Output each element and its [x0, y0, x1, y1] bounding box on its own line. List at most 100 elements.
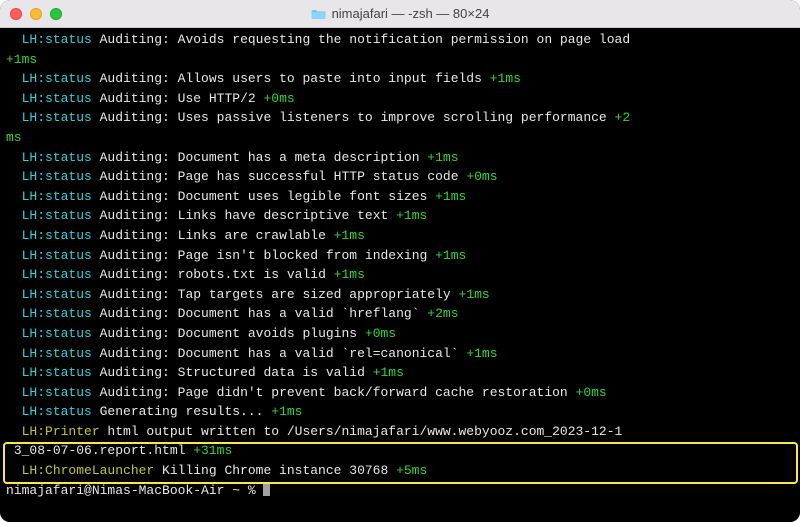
printer-time: +31ms — [193, 443, 232, 458]
lh-status-label: LH:status — [22, 189, 92, 204]
audit-time: +0ms — [576, 385, 607, 400]
audit-time: +0ms — [466, 169, 497, 184]
lh-status-label: LH:status — [22, 287, 92, 302]
audit-time: +1ms — [334, 267, 365, 282]
log-line: LH:status Auditing: Structured data is v… — [6, 365, 404, 380]
lh-status-label: LH:status — [22, 228, 92, 243]
audit-message: Page has successful HTTP status code — [178, 169, 467, 184]
audit-message: robots.txt is valid — [178, 267, 334, 282]
audit-time: +0ms — [365, 326, 396, 341]
audit-time: +1ms — [334, 228, 365, 243]
lh-status-label: LH:status — [22, 169, 92, 184]
auditing-label: Auditing: — [92, 91, 178, 106]
audit-time: +1ms — [427, 150, 458, 165]
printer-line-cont: 3_08-07-06.report.html +31ms — [6, 443, 232, 458]
lh-status-label: LH:status — [22, 385, 92, 400]
auditing-label: Auditing: — [92, 346, 178, 361]
auditing-label: Auditing: — [92, 169, 178, 184]
generating-time: +1ms — [271, 404, 302, 419]
lh-status-label: LH:status — [22, 365, 92, 380]
audit-message: Page didn't prevent back/forward cache r… — [178, 385, 576, 400]
printer-message: 3_08-07-06.report.html — [14, 443, 193, 458]
auditing-label: Auditing: — [92, 228, 178, 243]
audit-message: Avoids requesting the notification permi… — [178, 32, 638, 47]
audit-message: Document has a valid `hreflang` — [178, 306, 428, 321]
audit-message: Document has a valid `rel=canonical` — [178, 346, 467, 361]
auditing-label: Auditing: — [92, 365, 178, 380]
titlebar: nimajafari — -zsh — 80×24 — [0, 0, 800, 28]
printer-line: LH:Printer html output written to /Users… — [6, 424, 622, 439]
lh-status-label: LH:status — [22, 346, 92, 361]
audit-time: +2 — [615, 110, 631, 125]
auditing-label: Auditing: — [92, 110, 178, 125]
audit-message: Structured data is valid — [178, 365, 373, 380]
maximize-button[interactable] — [50, 8, 62, 20]
lh-status-label: LH:status — [22, 248, 92, 263]
window-title-text: nimajafari — -zsh — 80×24 — [332, 6, 490, 21]
prompt-text: nimajafari@Nimas-MacBook-Air ~ % — [6, 483, 263, 498]
terminal-window: nimajafari — -zsh — 80×24 LH:status Audi… — [0, 0, 800, 522]
lh-status-label: LH:status — [22, 208, 92, 223]
lh-status-label: LH:status — [22, 306, 92, 321]
audit-time: +1ms — [466, 346, 497, 361]
printer-message: html output written to /Users/nimajafari… — [100, 424, 623, 439]
traffic-lights — [10, 8, 62, 20]
log-line: LH:status Auditing: Allows users to past… — [6, 71, 521, 86]
log-line: LH:status Auditing: Tap targets are size… — [6, 287, 490, 302]
lh-status-label: LH:status — [22, 91, 92, 106]
auditing-label: Auditing: — [92, 71, 178, 86]
terminal-output[interactable]: LH:status Auditing: Avoids requesting th… — [0, 28, 800, 522]
shell-prompt[interactable]: nimajafari@Nimas-MacBook-Air ~ % — [6, 483, 270, 498]
window-title: nimajafari — -zsh — 80×24 — [70, 6, 730, 21]
lh-status-label: LH:status — [22, 150, 92, 165]
audit-message: Uses passive listeners to improve scroll… — [178, 110, 615, 125]
audit-message: Allows users to paste into input fields — [178, 71, 490, 86]
log-line: LH:status Auditing: Links have descripti… — [6, 208, 427, 223]
log-line: LH:status Auditing: Avoids requesting th… — [6, 32, 638, 47]
chrome-time: +5ms — [396, 463, 427, 478]
log-line: LH:status Auditing: robots.txt is valid … — [6, 267, 365, 282]
audit-time: +1ms — [435, 248, 466, 263]
audit-message: Use HTTP/2 — [178, 91, 264, 106]
auditing-label: Auditing: — [92, 189, 178, 204]
cursor — [263, 482, 269, 496]
log-line: LH:status Auditing: Page didn't prevent … — [6, 385, 607, 400]
audit-message: Page isn't blocked from indexing — [178, 248, 435, 263]
audit-message: Links are crawlable — [178, 228, 334, 243]
chrome-line: LH:ChromeLauncher Killing Chrome instanc… — [6, 463, 427, 478]
folder-icon — [311, 8, 326, 20]
audit-time: +1ms — [490, 71, 521, 86]
chrome-message: Killing Chrome instance 30768 — [154, 463, 396, 478]
log-line: LH:status Auditing: Page isn't blocked f… — [6, 248, 466, 263]
audit-message: Document avoids plugins — [178, 326, 365, 341]
audit-message: Document has a meta description — [178, 150, 428, 165]
log-line: LH:status Auditing: Document uses legibl… — [6, 189, 466, 204]
lh-status-label: LH:status — [22, 404, 92, 419]
auditing-label: Auditing: — [92, 267, 178, 282]
audit-message: Links have descriptive text — [178, 208, 396, 223]
minimize-button[interactable] — [30, 8, 42, 20]
log-line: LH:status Auditing: Document has a valid… — [6, 306, 459, 321]
log-line: LH:status Auditing: Document has a valid… — [6, 346, 498, 361]
audit-time: +0ms — [263, 91, 294, 106]
lh-chrome-label: LH:ChromeLauncher — [22, 463, 155, 478]
audit-time: ms — [6, 130, 22, 145]
auditing-label: Auditing: — [92, 32, 178, 47]
log-line: LH:status Auditing: Links are crawlable … — [6, 228, 365, 243]
lh-status-label: LH:status — [22, 71, 92, 86]
audit-time: +1ms — [396, 208, 427, 223]
close-button[interactable] — [10, 8, 22, 20]
auditing-label: Auditing: — [92, 150, 178, 165]
audit-message: Document uses legible font sizes — [178, 189, 435, 204]
auditing-label: Auditing: — [92, 208, 178, 223]
audit-time: +1ms — [435, 189, 466, 204]
log-line: LH:status Auditing: Document avoids plug… — [6, 326, 396, 341]
log-line: LH:status Auditing: Document has a meta … — [6, 150, 459, 165]
auditing-label: Auditing: — [92, 306, 178, 321]
log-line: LH:status Generating results... +1ms — [6, 404, 302, 419]
auditing-label: Auditing: — [92, 326, 178, 341]
lh-status-label: LH:status — [22, 267, 92, 282]
auditing-label: Auditing: — [92, 248, 178, 263]
lh-status-label: LH:status — [22, 32, 92, 47]
auditing-label: Auditing: — [92, 287, 178, 302]
